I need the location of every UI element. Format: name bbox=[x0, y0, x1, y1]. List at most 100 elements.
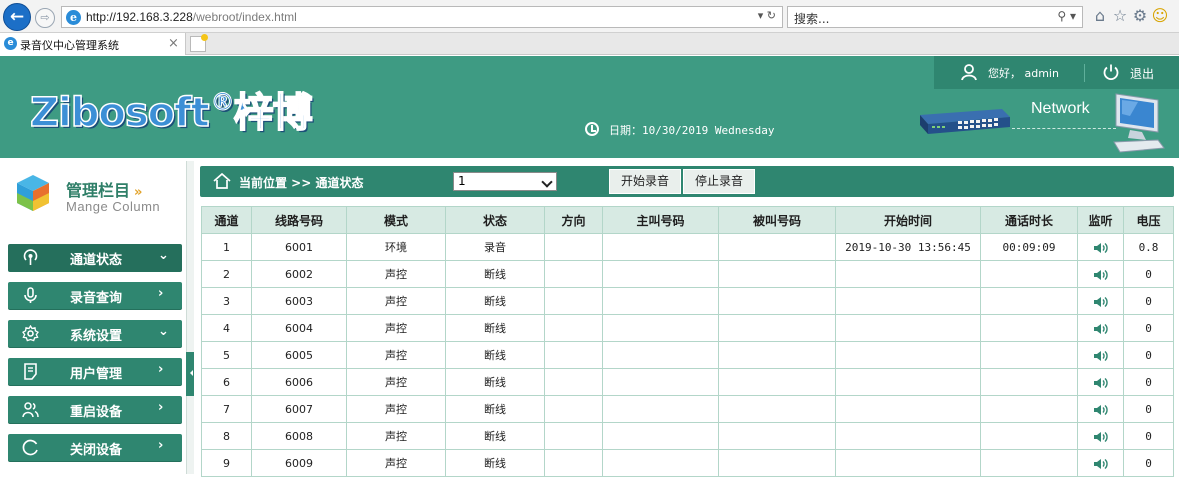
table-row: 2 6002 声控 断线 0 bbox=[201, 260, 1174, 288]
breadcrumb: 当前位置 >> 通道状态 bbox=[239, 176, 364, 190]
chevron-right-icon: › bbox=[158, 362, 164, 377]
refresh-icon[interactable]: ▾ ↻ bbox=[758, 9, 776, 22]
cell-status: 断线 bbox=[445, 449, 545, 477]
table-row: 1 6001 环境 录音 2019-10-30 13:56:45 00:09:09 0.8 bbox=[201, 233, 1174, 261]
cell-voltage: 0.8 bbox=[1123, 233, 1174, 261]
cell-start-time: 2019-10-30 13:56:45 bbox=[835, 233, 981, 261]
logout-link[interactable]: 退出 bbox=[1130, 65, 1154, 82]
speaker-icon[interactable] bbox=[1093, 268, 1108, 281]
cell-status: 断线 bbox=[445, 260, 545, 288]
cell-line-number: 6006 bbox=[251, 368, 347, 396]
cell-monitor[interactable] bbox=[1077, 233, 1124, 261]
table-header-row: 通道 线路号码 模式 状态 方向 主叫号码 被叫号码 开始时间 通话时长 监听 … bbox=[201, 206, 1174, 234]
microphone-icon bbox=[24, 287, 37, 303]
speaker-icon[interactable] bbox=[1093, 349, 1108, 362]
clock-icon bbox=[585, 122, 599, 136]
sidebar-collapse-rail bbox=[186, 161, 194, 474]
cell-monitor[interactable] bbox=[1077, 449, 1124, 477]
chevron-down-icon: ⌄ bbox=[158, 324, 169, 339]
col-header-monitor: 监听 bbox=[1077, 206, 1124, 234]
cell-monitor[interactable] bbox=[1077, 341, 1124, 369]
cell-caller bbox=[602, 341, 719, 369]
speaker-icon[interactable] bbox=[1093, 457, 1108, 470]
cell-voltage: 0 bbox=[1123, 395, 1174, 423]
sidebar-item-user-management[interactable]: 用户管理 › bbox=[8, 358, 182, 385]
collapse-sidebar-handle[interactable] bbox=[186, 352, 194, 396]
sidebar-item-label: 用户管理 bbox=[70, 367, 123, 382]
home-icon bbox=[213, 173, 231, 189]
search-icon[interactable]: ⚲ ▾ bbox=[1057, 9, 1076, 23]
sidebar-item-channel-status[interactable]: 通道状态 ⌄ bbox=[8, 244, 182, 271]
browser-tab-row: e 录音仪中心管理系统 × bbox=[0, 33, 1179, 55]
cell-caller bbox=[602, 233, 719, 261]
cell-mode: 声控 bbox=[346, 449, 446, 477]
sidebar-item-restart-device[interactable]: 重启设备 › bbox=[8, 396, 182, 423]
chevron-right-icon: › bbox=[158, 438, 164, 453]
cell-channel: 7 bbox=[201, 395, 252, 423]
speaker-icon[interactable] bbox=[1093, 376, 1108, 389]
cell-direction bbox=[544, 287, 603, 315]
cell-caller bbox=[602, 314, 719, 342]
close-tab-icon[interactable]: × bbox=[168, 36, 179, 51]
document-icon bbox=[24, 363, 37, 380]
address-bar[interactable]: e http://192.168.3.228/webroot/index.htm… bbox=[61, 6, 783, 28]
col-header-voltage: 电压 bbox=[1123, 206, 1174, 234]
cell-callee bbox=[718, 260, 836, 288]
cell-duration bbox=[980, 395, 1078, 423]
sidebar-item-shutdown-device[interactable]: 关闭设备 › bbox=[8, 434, 182, 461]
home-icon[interactable]: ⌂ bbox=[1090, 6, 1110, 25]
stop-recording-button[interactable]: 停止录音 bbox=[683, 169, 755, 194]
speaker-icon[interactable] bbox=[1093, 295, 1108, 308]
speaker-icon[interactable] bbox=[1093, 403, 1108, 416]
cell-mode: 声控 bbox=[346, 395, 446, 423]
cell-duration bbox=[980, 368, 1078, 396]
cell-status: 录音 bbox=[445, 233, 545, 261]
sidebar-item-recording-query[interactable]: 录音查询 › bbox=[8, 282, 182, 309]
gear-icon bbox=[22, 325, 39, 342]
back-arrow-icon[interactable]: ← bbox=[3, 3, 31, 31]
cell-monitor[interactable] bbox=[1077, 287, 1124, 315]
cell-channel: 2 bbox=[201, 260, 252, 288]
sidebar-item-system-settings[interactable]: 系统设置 ⌄ bbox=[8, 320, 182, 347]
cell-line-number: 6009 bbox=[251, 449, 347, 477]
cell-duration bbox=[980, 260, 1078, 288]
forward-arrow-icon[interactable]: ⇨ bbox=[35, 8, 55, 28]
sidebar-item-label: 系统设置 bbox=[70, 329, 123, 344]
cell-caller bbox=[602, 422, 719, 450]
power-icon[interactable] bbox=[1102, 63, 1120, 81]
user-icon bbox=[961, 64, 977, 81]
cell-channel: 9 bbox=[201, 449, 252, 477]
speaker-icon[interactable] bbox=[1093, 430, 1108, 443]
col-header-mode: 模式 bbox=[346, 206, 446, 234]
favorites-star-icon[interactable]: ☆ bbox=[1110, 6, 1130, 25]
cell-caller bbox=[602, 287, 719, 315]
feedback-smiley-icon[interactable]: ☺ bbox=[1150, 6, 1170, 25]
sidebar-title-text: 管理栏目 bbox=[66, 181, 131, 200]
cell-start-time bbox=[835, 368, 981, 396]
browser-tab[interactable]: e 录音仪中心管理系统 × bbox=[0, 33, 186, 55]
cell-channel: 5 bbox=[201, 341, 252, 369]
cell-monitor[interactable] bbox=[1077, 368, 1124, 396]
users-icon bbox=[22, 402, 39, 418]
new-tab-icon[interactable] bbox=[190, 34, 208, 52]
speaker-icon[interactable] bbox=[1093, 322, 1108, 335]
cell-channel: 3 bbox=[201, 287, 252, 315]
cell-line-number: 6002 bbox=[251, 260, 347, 288]
sidebar-item-label: 重启设备 bbox=[70, 405, 123, 420]
cell-monitor[interactable] bbox=[1077, 314, 1124, 342]
start-recording-button[interactable]: 开始录音 bbox=[609, 169, 681, 194]
table-row: 8 6008 声控 断线 0 bbox=[201, 422, 1174, 450]
cell-direction bbox=[544, 314, 603, 342]
settings-gear-icon[interactable]: ⚙ bbox=[1130, 6, 1150, 25]
url-text[interactable]: http://192.168.3.228/webroot/index.html bbox=[86, 10, 297, 24]
cell-monitor[interactable] bbox=[1077, 422, 1124, 450]
cell-caller bbox=[602, 395, 719, 423]
network-switch-icon bbox=[920, 109, 1010, 134]
channel-select[interactable]: 1 bbox=[453, 172, 557, 191]
speaker-icon[interactable] bbox=[1093, 241, 1108, 254]
cell-direction bbox=[544, 341, 603, 369]
cell-voltage: 0 bbox=[1123, 341, 1174, 369]
cell-monitor[interactable] bbox=[1077, 260, 1124, 288]
cell-monitor[interactable] bbox=[1077, 395, 1124, 423]
browser-search-box[interactable]: 搜索... ⚲ ▾ bbox=[787, 6, 1083, 28]
